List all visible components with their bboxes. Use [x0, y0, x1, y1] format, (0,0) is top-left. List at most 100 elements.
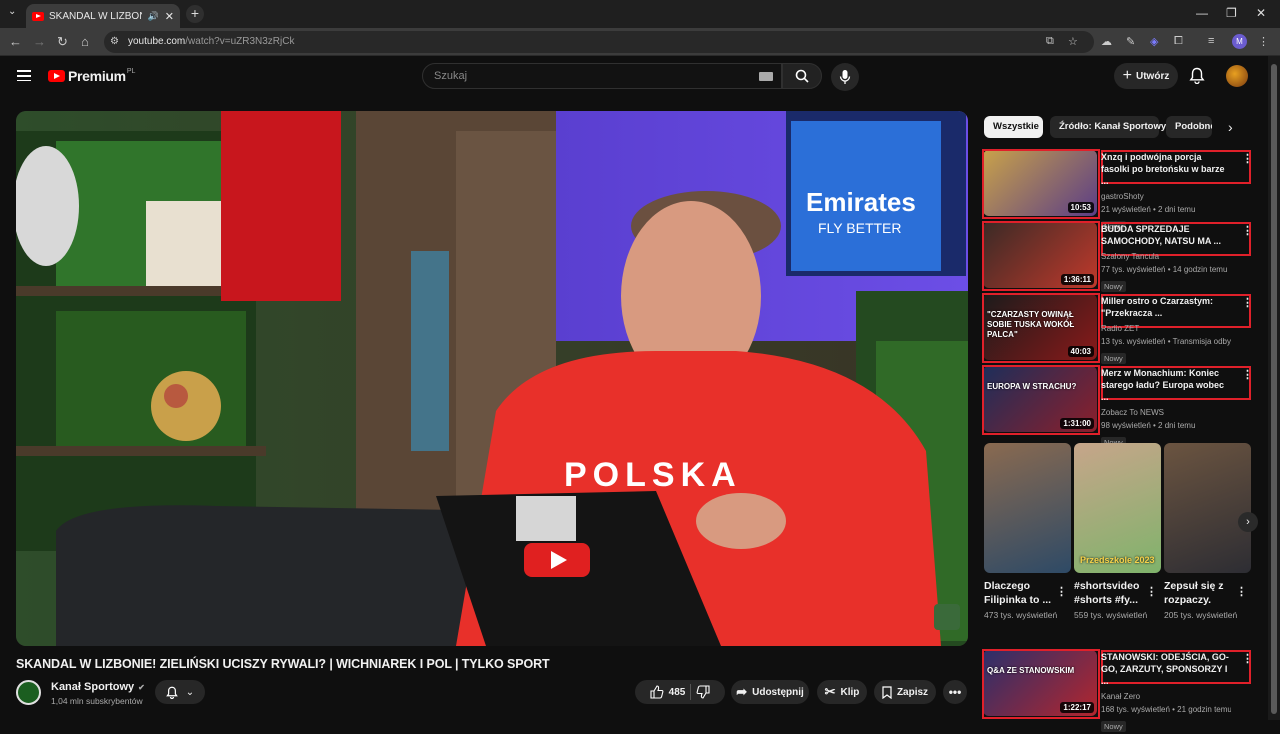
short-item[interactable]: Zepsuł się z rozpaczy. 205 tys. wyświetl… [1164, 443, 1251, 622]
channel-avatar[interactable] [16, 680, 41, 705]
channel-name-text: Kanał Sportowy [51, 681, 135, 693]
browser-menu-icon[interactable]: ⋮ [1258, 35, 1269, 48]
chip-related[interactable]: Podobne [1166, 116, 1212, 138]
short-item[interactable]: Dlaczego Filipinka to ... 473 tys. wyświ… [984, 443, 1071, 622]
youtube-premium-logo[interactable]: Premium PL [48, 68, 135, 84]
chip-all[interactable]: Wszystkie [984, 116, 1043, 138]
back-icon[interactable]: ← [9, 34, 22, 49]
more-vertical-icon[interactable]: ⋮ [1146, 585, 1157, 598]
recommendation-channel[interactable]: gastroShoty [1101, 190, 1231, 203]
thumbnail-highlight-box [982, 649, 1100, 719]
new-tab-button[interactable]: + [186, 5, 204, 23]
close-window-icon[interactable]: ✕ [1256, 6, 1266, 20]
bookmark-icon [882, 685, 892, 699]
save-button[interactable]: Zapisz [874, 680, 936, 704]
address-bar[interactable]: ⚙ youtube.com/watch?v=uZR3N3zRjCk ⧉ ☆ [104, 31, 1094, 53]
youtube-header: Premium PL Szukaj + Utwórz [0, 56, 1268, 96]
subscription-bell-button[interactable]: ⌄ [155, 680, 205, 704]
video-player[interactable]: Emirates FLY BETTER POLSKA [16, 111, 968, 646]
recommendation-title[interactable]: Merz w Monachium: Koniec starego ładu? E… [1101, 367, 1231, 403]
search-button[interactable] [782, 63, 822, 89]
page-scrollbar[interactable] [1268, 56, 1280, 720]
profile-avatar[interactable]: M [1232, 34, 1247, 49]
recommendation-views: 13 tys. wyświetleń • Transmisja odbyła s… [1101, 337, 1231, 346]
recommendation-title[interactable]: BUDDA SPRZEDAJE SAMOCHODY, NATSU MA ... [1101, 223, 1231, 247]
new-badge: Nowy [1101, 353, 1126, 364]
like-button[interactable]: 485 [650, 685, 685, 699]
search-placeholder: Szukaj [434, 70, 468, 82]
recommendation-title[interactable]: Miller ostro o Czarzastym: "Przekracza .… [1101, 295, 1231, 319]
short-item[interactable]: Przedszkole 2023 #shortsvideo #shorts #f… [1074, 443, 1161, 622]
youtube-favicon-icon [32, 11, 44, 21]
recommendation-channel[interactable]: Szalony Tancula [1101, 250, 1231, 263]
extension-cloud-icon[interactable]: ☁ [1101, 35, 1112, 48]
chip-source[interactable]: Źródło: Kanał Sportowy [1050, 116, 1166, 138]
forward-icon[interactable]: → [33, 34, 46, 49]
browser-tab[interactable]: SKANDAL W LIZBONIE! ZIELIŃ 🔊 ✕ [26, 4, 180, 28]
extensions-puzzle-icon[interactable]: ⧠ [1174, 35, 1183, 48]
recommendation-title[interactable]: STANOWSKI: ODEJŚCIA, GO-GO, ZARZUTY, SPO… [1101, 651, 1231, 687]
extension-pen-icon[interactable]: ✎ [1126, 35, 1135, 48]
bookmark-star-icon[interactable]: ☆ [1068, 35, 1078, 48]
browser-tab-bar: ⌄ SKANDAL W LIZBONIE! ZIELIŃ 🔊 ✕ + — ❐ ✕ [0, 0, 1280, 28]
create-button[interactable]: + Utwórz [1114, 63, 1178, 89]
close-tab-icon[interactable]: ✕ [165, 10, 174, 23]
shorts-next-arrow-icon[interactable]: › [1238, 512, 1258, 532]
channel-name[interactable]: Kanał Sportowy ✔ [51, 681, 145, 693]
clip-button[interactable]: ✂ Klip [817, 680, 867, 704]
account-avatar[interactable] [1226, 65, 1248, 87]
hoodie-text: POLSKA [564, 456, 742, 494]
recommendation-title[interactable]: Xnzq i podwójna porcja fasolki po bretoń… [1101, 151, 1231, 187]
search-input[interactable]: Szukaj [422, 63, 782, 89]
thumbs-up-icon [650, 685, 664, 699]
more-vertical-icon[interactable]: ⋮ [1242, 368, 1253, 381]
recommendation-views: 77 tys. wyświetleń • 14 godzin temu [1101, 265, 1228, 274]
minimize-icon[interactable]: — [1196, 6, 1208, 20]
recommendation-channel[interactable]: Kanał Zero [1101, 690, 1231, 703]
recommendation-text[interactable]: BUDDA SPRZEDAJE SAMOCHODY, NATSU MA ... … [1101, 222, 1231, 294]
extension-shield-icon[interactable]: ◈ [1150, 35, 1158, 48]
thumbs-down-icon[interactable] [696, 685, 710, 699]
more-vertical-icon[interactable]: ⋮ [1242, 224, 1253, 237]
more-vertical-icon[interactable]: ⋮ [1242, 296, 1253, 309]
more-vertical-icon[interactable]: ⋮ [1236, 585, 1247, 598]
share-button[interactable]: ➦ Udostępnij [731, 680, 809, 704]
url-host: youtube.com [128, 36, 186, 47]
url-text[interactable]: youtube.com/watch?v=uZR3N3zRjCk [128, 36, 294, 47]
recommendation-channel[interactable]: Radio ZET [1101, 322, 1231, 335]
media-control-icon[interactable]: ≡ [1208, 35, 1214, 47]
more-vertical-icon[interactable]: ⋮ [1056, 585, 1067, 598]
menu-hamburger-icon[interactable] [17, 70, 31, 82]
share-label: Udostępnij [752, 686, 804, 698]
keyboard-icon[interactable] [759, 72, 773, 81]
youtube-play-logo-icon [48, 70, 65, 82]
recommendation-text[interactable]: STANOWSKI: ODEJŚCIA, GO-GO, ZARZUTY, SPO… [1101, 650, 1231, 734]
maximize-icon[interactable]: ❐ [1226, 6, 1237, 20]
short-thumbnail[interactable] [1164, 443, 1251, 573]
speaker-icon[interactable]: 🔊 [148, 11, 159, 22]
tab-search-chevron-icon[interactable]: ⌄ [8, 6, 16, 17]
more-actions-button[interactable]: ••• [943, 680, 967, 704]
notifications-bell-icon[interactable] [1189, 67, 1205, 84]
video-frame: Emirates FLY BETTER POLSKA [16, 111, 968, 646]
voice-search-button[interactable] [831, 63, 859, 91]
recommendation-channel[interactable]: Zobacz To NEWS [1101, 406, 1231, 419]
clip-label: Klip [840, 686, 860, 698]
more-vertical-icon[interactable]: ⋮ [1242, 152, 1253, 165]
recommendation-text[interactable]: Miller ostro o Czarzastym: "Przekracza .… [1101, 294, 1231, 366]
recommendation-text[interactable]: Merz w Monachium: Koniec starego ładu? E… [1101, 366, 1231, 450]
short-views: 205 tys. wyświetleń [1164, 610, 1238, 620]
home-icon[interactable]: ⌂ [81, 34, 89, 49]
short-thumbnail[interactable] [984, 443, 1071, 573]
like-dislike-group: 485 [635, 680, 725, 704]
short-views: 559 tys. wyświetleń [1074, 610, 1148, 620]
install-app-icon[interactable]: ⧉ [1046, 35, 1054, 48]
logo-text: Premium [68, 68, 126, 84]
reload-icon[interactable]: ↻ [57, 34, 68, 50]
share-arrow-icon: ➦ [736, 684, 748, 699]
new-badge: Nowy [1101, 281, 1126, 292]
site-info-icon[interactable]: ⚙ [110, 36, 119, 47]
chips-next-arrow-icon[interactable]: › [1228, 119, 1233, 135]
short-thumbnail[interactable]: Przedszkole 2023 [1074, 443, 1161, 573]
more-vertical-icon[interactable]: ⋮ [1242, 652, 1253, 665]
